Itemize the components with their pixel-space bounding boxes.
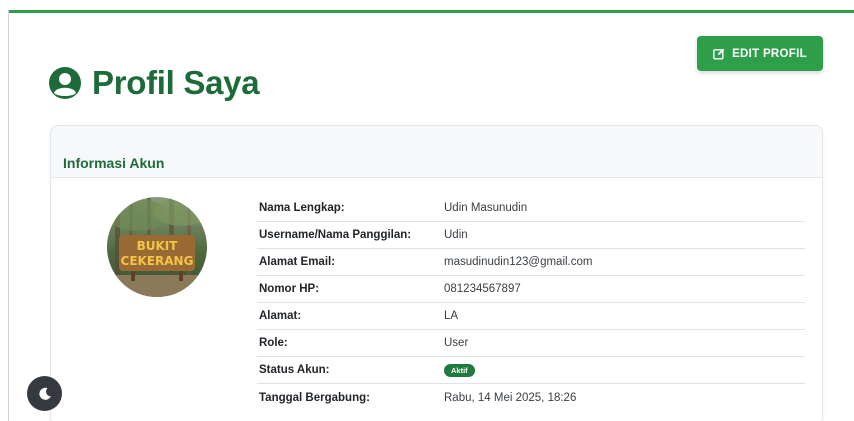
info-value: Rabu, 14 Mei 2025, 18:26 <box>444 391 577 404</box>
info-value: Udin Masunudin <box>444 202 528 214</box>
account-info-card: Informasi Akun BUKIT CEKERANG Nama Lengk… <box>50 125 823 421</box>
info-value: Aktif <box>444 363 475 377</box>
info-label: Nomor HP: <box>259 283 320 295</box>
avatar: BUKIT CEKERANG <box>107 197 207 297</box>
moon-icon <box>38 387 51 400</box>
info-value: Udin <box>444 229 468 241</box>
avatar-sign-line1: BUKIT <box>137 239 179 253</box>
status-badge: Aktif <box>444 363 475 377</box>
info-value: 081234567897 <box>444 283 521 295</box>
info-label: Alamat: <box>259 310 302 322</box>
info-value: masudinudin123@gmail.com <box>444 256 593 268</box>
info-row-join-date: Tanggal Bergabung: Rabu, 14 Mei 2025, 18… <box>257 384 805 411</box>
info-value: User <box>444 337 469 349</box>
info-row-username: Username/Nama Panggilan: Udin <box>257 222 805 249</box>
page-title-text: Profil Saya <box>92 64 260 101</box>
user-circle-icon <box>49 67 81 99</box>
info-label: Status Akun: <box>259 364 330 376</box>
page-title: Profil Saya <box>48 64 260 102</box>
left-border <box>8 10 9 421</box>
info-row-full-name: Nama Lengkap: Udin Masunudin <box>257 195 805 222</box>
info-row-status: Status Akun: Aktif <box>257 357 805 384</box>
avatar-sign-line2: CEKERANG <box>121 254 194 268</box>
info-row-email: Alamat Email: masudinudin123@gmail.com <box>257 249 805 276</box>
edit-icon <box>713 48 725 59</box>
info-row-phone: Nomor HP: 081234567897 <box>257 276 805 303</box>
account-info-table: Nama Lengkap: Udin Masunudin Username/Na… <box>257 195 805 411</box>
edit-profile-button[interactable]: EDIT PROFIL <box>697 36 823 71</box>
info-label: Username/Nama Panggilan: <box>259 229 412 241</box>
card-header-title: Informasi Akun <box>63 155 165 171</box>
info-label: Alamat Email: <box>259 256 336 268</box>
card-header: Informasi Akun <box>51 126 822 178</box>
info-label: Nama Lengkap: <box>259 202 345 214</box>
info-label: Role: <box>259 337 288 349</box>
avatar-photo: BUKIT CEKERANG <box>107 197 207 297</box>
info-row-role: Role: User <box>257 330 805 357</box>
info-row-address: Alamat: LA <box>257 303 805 330</box>
info-label: Tanggal Bergabung: <box>259 391 370 404</box>
edit-profile-label: EDIT PROFIL <box>732 47 807 60</box>
top-accent-border <box>8 10 854 13</box>
theme-toggle-button[interactable] <box>27 376 62 411</box>
info-value: LA <box>444 310 459 322</box>
